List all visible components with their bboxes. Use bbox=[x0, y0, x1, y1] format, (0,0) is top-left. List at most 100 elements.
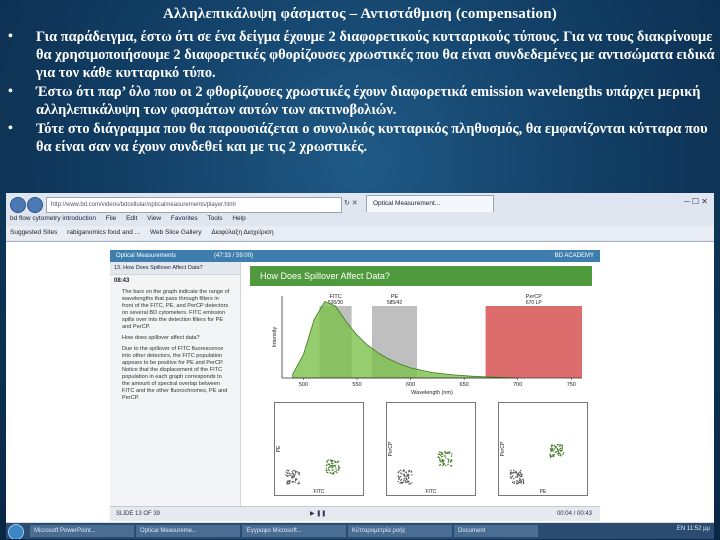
dot-point bbox=[297, 471, 299, 473]
menu-item[interactable]: Tools bbox=[207, 215, 222, 222]
dot-point bbox=[561, 445, 564, 447]
favorite-link[interactable]: Διαφύλαξη Διαχείριση bbox=[211, 229, 273, 236]
dot-point bbox=[519, 472, 522, 474]
dot-point bbox=[402, 481, 405, 483]
course-title: Optical Measurements bbox=[116, 253, 177, 259]
favorite-link[interactable]: Web Slice Gallery bbox=[150, 229, 202, 236]
dot-point bbox=[550, 449, 552, 451]
dotplot-pe-vs-fitc: PE FITC bbox=[274, 402, 364, 496]
dot-point bbox=[329, 472, 331, 474]
dot-point bbox=[397, 480, 399, 483]
dot-point bbox=[330, 465, 332, 467]
bullet-text: Για παράδειγμα, έστω ότι σε ένα δείγμα έ… bbox=[36, 29, 715, 81]
dot-point bbox=[513, 481, 516, 483]
dot-point bbox=[407, 480, 410, 483]
dot-point bbox=[297, 482, 299, 485]
dot-point bbox=[553, 444, 556, 447]
dot-point bbox=[326, 471, 329, 474]
start-button[interactable] bbox=[8, 524, 24, 539]
back-icon[interactable] bbox=[10, 197, 26, 213]
bullet-glyph: • bbox=[8, 29, 13, 44]
dot-point bbox=[561, 447, 563, 450]
menu-item[interactable]: View bbox=[147, 215, 161, 222]
dot-point bbox=[439, 458, 441, 461]
dot-point bbox=[520, 480, 522, 482]
dotplot-y-label: PerCP bbox=[500, 441, 506, 456]
menu-item[interactable]: Edit bbox=[126, 215, 137, 222]
dot-point bbox=[403, 478, 406, 480]
dot-point bbox=[403, 469, 405, 471]
notes-time: 08:43 bbox=[114, 278, 130, 284]
windows-taskbar: Microsoft PowerPoint... Optical Measurem… bbox=[6, 523, 714, 539]
taskbar-item[interactable]: Κύτταρομετρία ροής bbox=[348, 525, 452, 537]
favorite-link[interactable]: rabiganomics food and ... bbox=[67, 229, 140, 236]
dot-point bbox=[335, 470, 338, 472]
dot-point bbox=[405, 471, 407, 473]
dot-point bbox=[510, 469, 512, 472]
dot-point bbox=[400, 475, 402, 478]
play-pause-button[interactable]: ▶ ❚❚ bbox=[310, 507, 326, 521]
browser-tab[interactable]: Optical Measurement... bbox=[366, 195, 494, 212]
dot-point bbox=[444, 464, 447, 467]
dot-point bbox=[447, 461, 449, 464]
bullet-text: Έστω ότι παρ’ όλο που οι 2 φθορίζουσες χ… bbox=[36, 84, 701, 118]
dot-point bbox=[289, 482, 291, 485]
filter-band-percp bbox=[485, 306, 582, 378]
bullet-glyph: • bbox=[8, 84, 13, 99]
dot-point bbox=[509, 473, 512, 476]
y-axis-label: Intensity bbox=[272, 327, 278, 348]
slide-title: Αλληλεπικάλυψη φάσματος – Αντιστάθμιση (… bbox=[163, 6, 557, 22]
notes-panel: 13. How Does Spillover Affect Data? 08:4… bbox=[110, 262, 241, 506]
dot-point bbox=[400, 469, 402, 472]
menu-item[interactable]: Favorites bbox=[171, 215, 198, 222]
dot-point bbox=[556, 448, 559, 450]
favorite-link[interactable]: Suggested Sites bbox=[10, 229, 57, 236]
dot-point bbox=[509, 472, 512, 474]
dot-point bbox=[289, 474, 292, 476]
dot-point bbox=[520, 479, 522, 481]
dot-point bbox=[326, 469, 328, 472]
menu-item[interactable]: File bbox=[106, 215, 116, 222]
dot-point bbox=[403, 479, 405, 481]
dot-point bbox=[288, 474, 290, 477]
dot-point bbox=[336, 461, 339, 464]
dot-point bbox=[450, 460, 452, 462]
dotplot-y-label: PerCP bbox=[388, 441, 394, 456]
refresh-icon[interactable]: ↻ ✕ bbox=[344, 199, 358, 207]
dot-point bbox=[334, 461, 337, 464]
dotplot-percp-vs-pe: PerCP PE bbox=[498, 402, 588, 496]
dot-point bbox=[407, 476, 410, 478]
menu-item[interactable]: Help bbox=[232, 215, 245, 222]
filter-range-label: 670 LP bbox=[526, 300, 543, 306]
dot-point bbox=[559, 445, 561, 447]
forward-icon[interactable] bbox=[27, 197, 43, 213]
x-tick-label: 700 bbox=[513, 382, 522, 388]
dot-point bbox=[288, 472, 291, 475]
taskbar-item[interactable]: Optical Measureme... bbox=[136, 525, 240, 537]
menu-bar: bd flow cytometry introduction File Edit… bbox=[6, 213, 714, 225]
address-bar[interactable]: http://www.bd.com/videos/bdcellular/opti… bbox=[46, 197, 342, 213]
dot-point bbox=[520, 473, 522, 476]
dotplot-x-label: FITC bbox=[425, 489, 436, 495]
dot-point bbox=[409, 483, 411, 485]
taskbar-item[interactable]: Document bbox=[454, 525, 538, 537]
taskbar-item[interactable]: Microsoft PowerPoint... bbox=[30, 525, 134, 537]
bullet-item: • Για παράδειγμα, έστω ότι σε ένα δείγμα… bbox=[8, 28, 716, 82]
dot-point bbox=[553, 448, 556, 450]
search-field[interactable]: bd flow cytometry introduction bbox=[10, 215, 96, 222]
dot-point bbox=[550, 448, 552, 450]
video-panel: How Does Spillover Affect Data? FITC 530/… bbox=[242, 262, 600, 506]
dot-point bbox=[551, 449, 553, 452]
taskbar-item[interactable]: Έγγραφο Microsoft... bbox=[242, 525, 346, 537]
dot-point bbox=[440, 451, 442, 454]
dot-point bbox=[451, 453, 453, 455]
window-controls[interactable]: ─ ☐ ✕ bbox=[684, 197, 708, 206]
dot-point bbox=[511, 476, 513, 478]
dot-point bbox=[408, 474, 410, 477]
dot-point bbox=[551, 447, 553, 450]
browser-screenshot: http://www.bd.com/videos/bdcellular/opti… bbox=[6, 193, 714, 539]
dot-point bbox=[443, 463, 446, 465]
dotplot-x-label: PE bbox=[540, 489, 547, 495]
dot-point bbox=[513, 478, 515, 480]
dot-point bbox=[444, 455, 446, 457]
